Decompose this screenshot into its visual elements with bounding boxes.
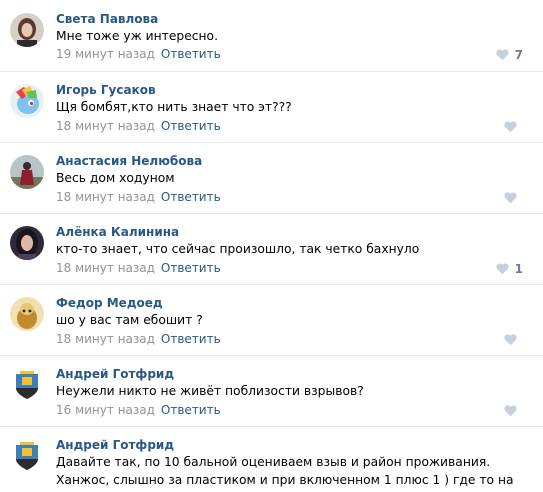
author-name-link[interactable]: Игорь Гусаков — [56, 83, 156, 97]
comment-meta: 18 минут назад Ответить — [56, 190, 221, 204]
comment-item: Алёнка Калинина кто-то знает, что сейчас… — [0, 213, 543, 284]
like-button[interactable]: 1 — [496, 262, 523, 276]
reply-link[interactable]: Ответить — [161, 332, 221, 346]
comment-text: Мне тоже уж интересно. — [56, 29, 218, 43]
avatar-woman-photo-icon — [10, 13, 44, 47]
author-name-link[interactable]: Света Павлова — [56, 12, 158, 26]
comment-timestamp[interactable]: 18 минут назад — [56, 119, 155, 133]
comment-item: Федор Медоед шо у вас там ебошит ? 18 ми… — [0, 284, 543, 355]
comment-meta: 16 минут назад Ответить — [56, 403, 221, 417]
avatar[interactable] — [10, 297, 44, 331]
heart-icon — [504, 121, 517, 133]
comment-meta: 18 минут назад Ответить — [56, 261, 221, 275]
author-name-link[interactable]: Алёнка Калинина — [56, 225, 179, 239]
like-button[interactable] — [504, 191, 523, 205]
comment-timestamp[interactable]: 18 минут назад — [56, 261, 155, 275]
like-button[interactable]: 7 — [496, 48, 523, 62]
comment-text: Щя бомбят,кто нить знает что эт??? — [56, 100, 292, 114]
heart-icon — [504, 192, 517, 204]
reply-link[interactable]: Ответить — [161, 119, 221, 133]
heart-icon — [504, 334, 517, 346]
comment-text: Неужели никто не живёт поблизости взрыво… — [56, 384, 364, 398]
avatar-honey-badger-icon — [10, 297, 44, 331]
avatar-coat-of-arms-icon — [10, 368, 44, 402]
like-count: 7 — [514, 48, 523, 62]
avatar[interactable] — [10, 368, 44, 402]
heart-icon — [504, 405, 517, 417]
heart-icon — [496, 49, 509, 61]
comment-item: Игорь Гусаков Щя бомбят,кто нить знает ч… — [0, 71, 543, 142]
comment-timestamp[interactable]: 19 минут назад — [56, 47, 155, 61]
reply-link[interactable]: Ответить — [161, 47, 221, 61]
author-name-link[interactable]: Федор Медоед — [56, 296, 163, 310]
comment-text: шо у вас там ебошит ? — [56, 313, 203, 327]
comment-meta: 18 минут назад Ответить — [56, 332, 221, 346]
comment-text: Давайте так, по 10 бальной оцениваем взы… — [56, 455, 514, 492]
author-name-link[interactable]: Андрей Готфрид — [56, 367, 174, 381]
comments-feed: Света Павлова Мне тоже уж интересно. 19 … — [0, 0, 543, 492]
like-button[interactable] — [504, 404, 523, 418]
comment-meta: 18 минут назад Ответить — [56, 119, 221, 133]
avatar[interactable] — [10, 13, 44, 47]
comment-item: Анастасия Нелюбова Весь дом ходуном 18 м… — [0, 142, 543, 213]
avatar-person-outdoor-icon — [10, 155, 44, 189]
comment-item: Андрей Готфрид Неужели никто не живёт по… — [0, 355, 543, 426]
comment-text: Весь дом ходуном — [56, 171, 175, 185]
like-count: 1 — [514, 262, 523, 276]
reply-link[interactable]: Ответить — [161, 403, 221, 417]
avatar-coat-of-arms-icon — [10, 439, 44, 473]
like-button[interactable] — [504, 333, 523, 347]
like-button[interactable] — [504, 120, 523, 134]
comment-item: Света Павлова Мне тоже уж интересно. 19 … — [0, 0, 543, 71]
author-name-link[interactable]: Андрей Готфрид — [56, 438, 174, 452]
comment-timestamp[interactable]: 18 минут назад — [56, 190, 155, 204]
comment-timestamp[interactable]: 16 минут назад — [56, 403, 155, 417]
comment-item: Андрей Готфрид Давайте так, по 10 бально… — [0, 426, 543, 492]
avatar[interactable] — [10, 84, 44, 118]
comment-meta: 19 минут назад Ответить — [56, 47, 221, 61]
avatar[interactable] — [10, 439, 44, 473]
comment-timestamp[interactable]: 18 минут назад — [56, 332, 155, 346]
reply-link[interactable]: Ответить — [161, 190, 221, 204]
comment-text: кто-то знает, что сейчас произошло, так … — [56, 242, 420, 256]
reply-link[interactable]: Ответить — [161, 261, 221, 275]
author-name-link[interactable]: Анастасия Нелюбова — [56, 154, 202, 168]
avatar[interactable] — [10, 226, 44, 260]
avatar-woman-dark-hair-icon — [10, 226, 44, 260]
avatar[interactable] — [10, 155, 44, 189]
avatar-pony-cartoon-icon — [10, 84, 44, 118]
heart-icon — [496, 263, 509, 275]
